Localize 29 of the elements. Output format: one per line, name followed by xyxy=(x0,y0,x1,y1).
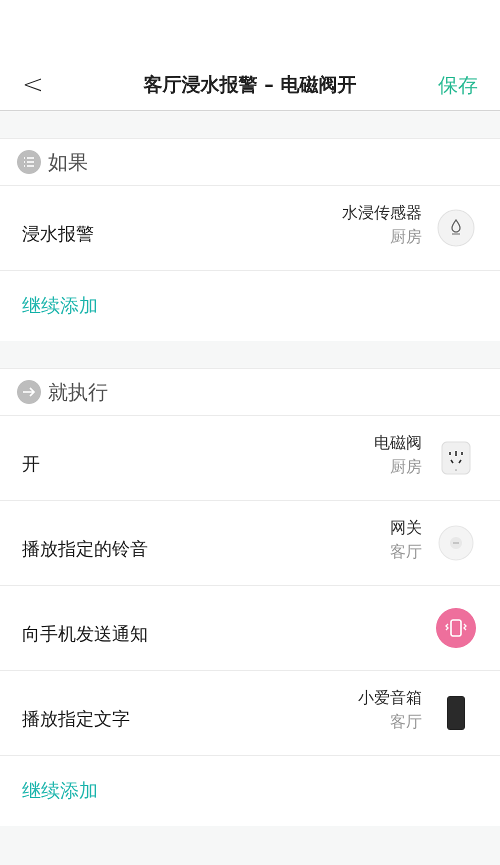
rule-row[interactable]: 播放指定的铃音 网关 客厅 xyxy=(0,501,500,586)
room-name: 客厅 xyxy=(390,711,422,733)
page-title: 客厅浸水报警 – 电磁阀开 xyxy=(142,72,358,98)
rule-row[interactable]: 播放指定文字 小爱音箱 客厅 xyxy=(0,671,500,756)
rule-row[interactable]: 浸水报警 水浸传感器 厨房 xyxy=(0,186,500,271)
round-gateway-icon xyxy=(438,525,474,561)
device-name: 小爱音箱 xyxy=(358,687,422,709)
section-title: 就执行 xyxy=(48,379,108,406)
water-drop-sensor-icon xyxy=(437,209,475,247)
device-name: 网关 xyxy=(390,517,422,539)
rule-label: 向手机发送通知 xyxy=(22,622,149,646)
device-name: 电磁阀 xyxy=(374,432,422,454)
power-socket-icon xyxy=(441,441,471,475)
vibrating-phone-icon xyxy=(436,608,476,648)
rule-label: 开 xyxy=(22,452,41,476)
room-name: 客厅 xyxy=(390,541,422,563)
back-button[interactable]: < xyxy=(22,66,72,104)
device-name: 水浸传感器 xyxy=(342,202,422,224)
list-icon xyxy=(17,150,41,174)
speaker-icon xyxy=(446,695,466,731)
rule-label: 浸水报警 xyxy=(22,222,95,246)
section-title: 如果 xyxy=(48,149,88,176)
rule-row[interactable]: 开 电磁阀 厨房 xyxy=(0,416,500,501)
room-name: 厨房 xyxy=(390,456,422,478)
rule-label: 播放指定的铃音 xyxy=(22,538,149,562)
rule-row[interactable]: 向手机发送通知 xyxy=(0,586,500,671)
rule-label: 播放指定文字 xyxy=(22,708,131,732)
room-name: 厨房 xyxy=(390,226,422,248)
arrow-right-icon xyxy=(17,380,41,404)
